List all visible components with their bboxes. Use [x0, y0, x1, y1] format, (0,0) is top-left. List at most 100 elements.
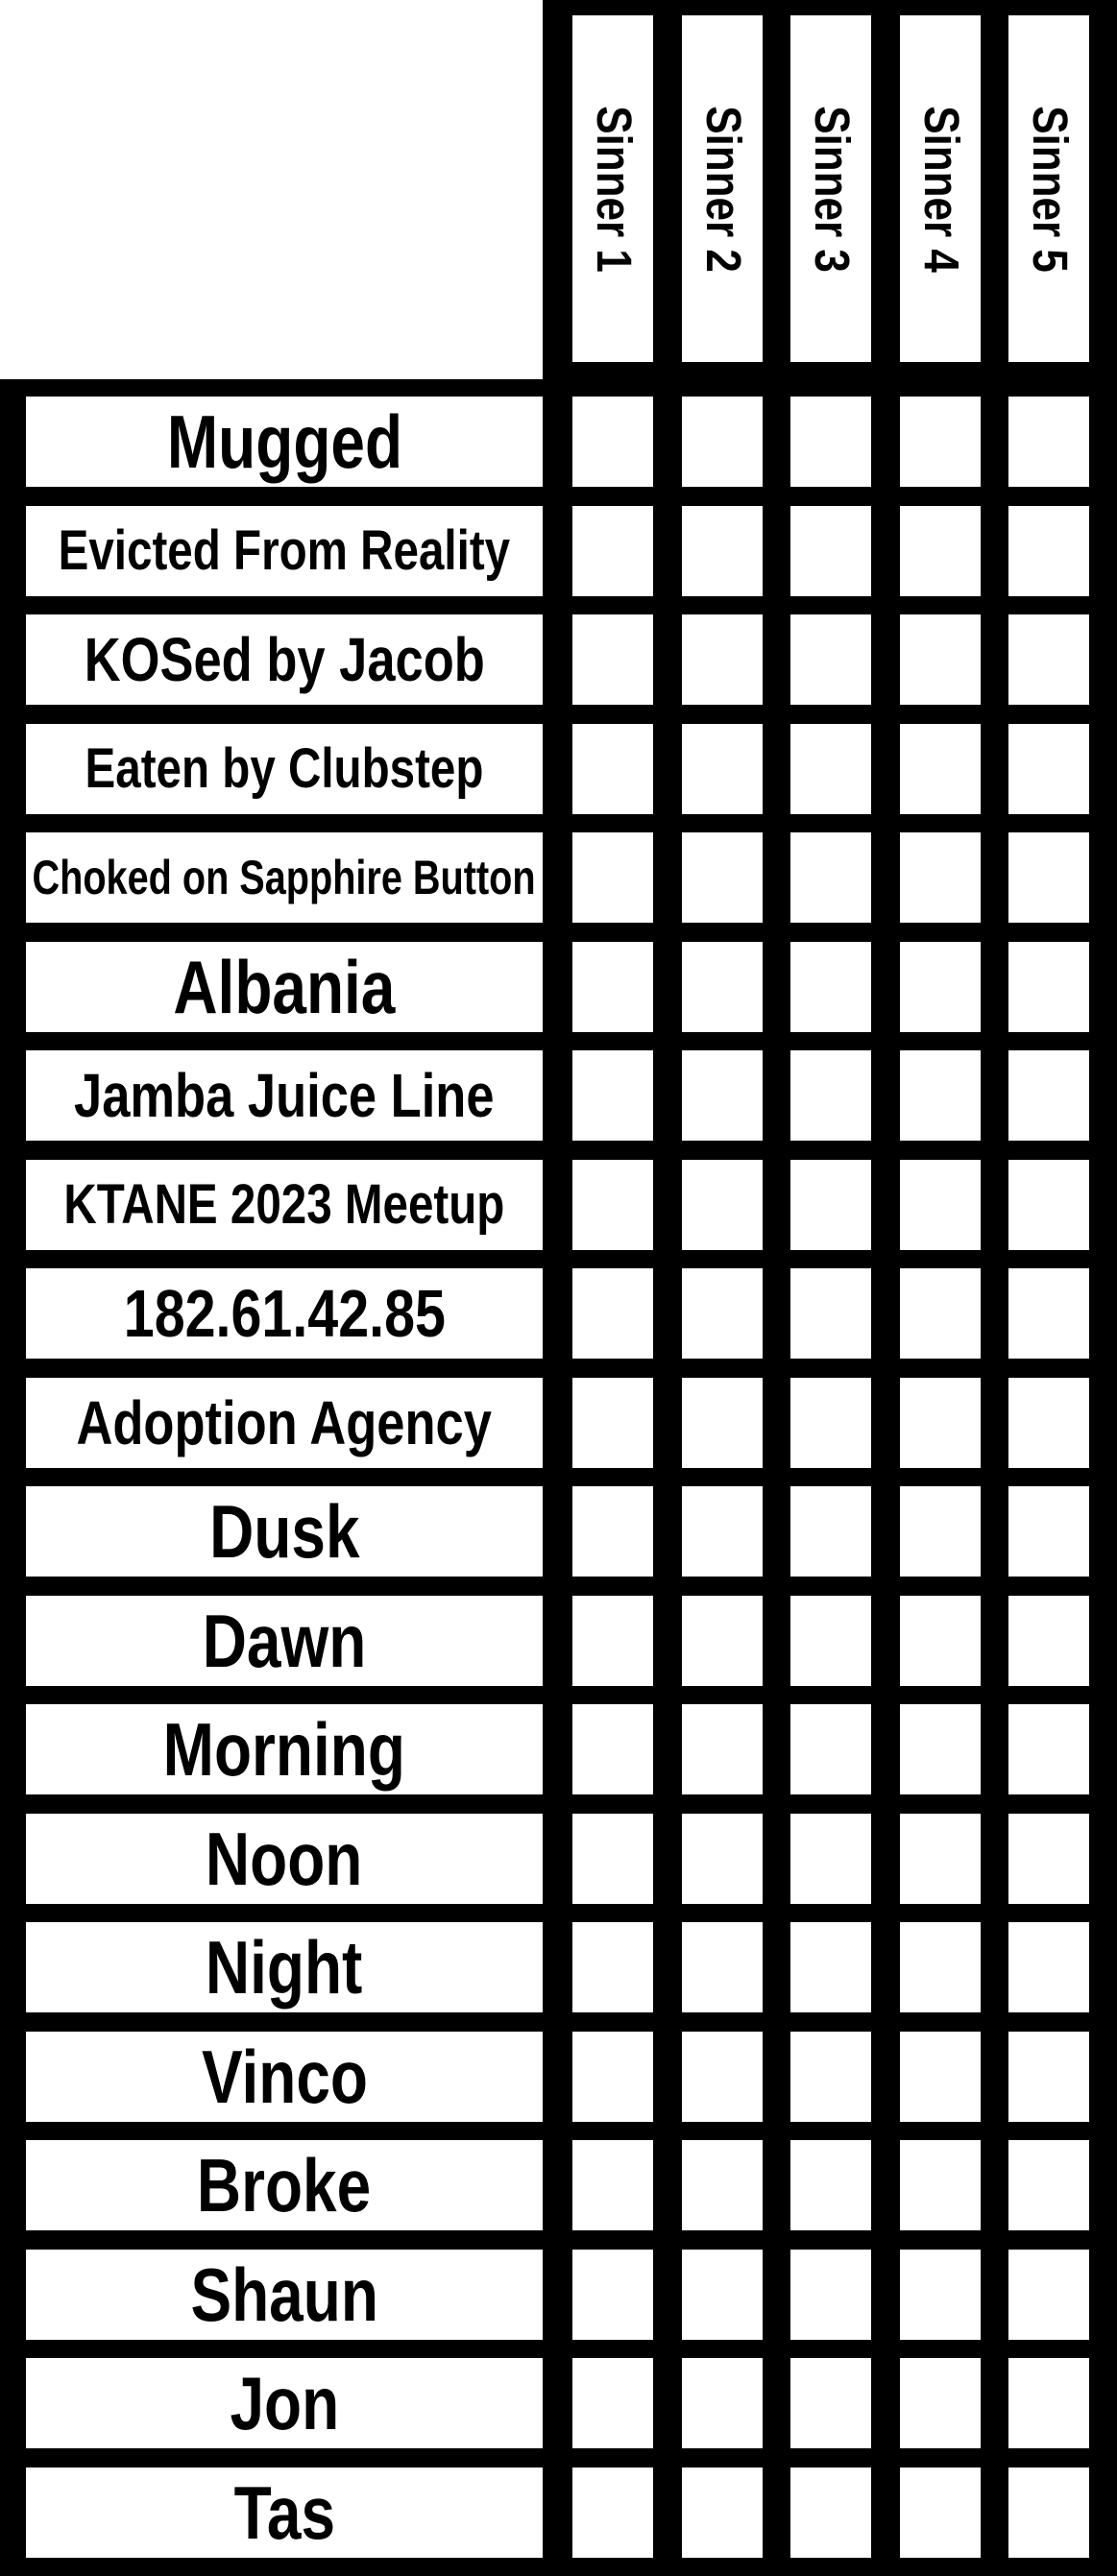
grid-cell-r2-c1[interactable] [572, 506, 653, 596]
grid-cell-r4-c1[interactable] [572, 724, 653, 814]
grid-cell-r7-c3[interactable] [790, 1050, 871, 1141]
grid-cell-r15-c3[interactable] [790, 1922, 871, 2012]
grid-cell-r11-c3[interactable] [790, 1486, 871, 1577]
grid-cell-r18-c5[interactable] [1008, 2250, 1089, 2340]
grid-cell-r6-c3[interactable] [790, 942, 871, 1032]
grid-cell-r18-c1[interactable] [572, 2250, 653, 2340]
grid-cell-r19-c1[interactable] [572, 2358, 653, 2448]
grid-cell-r12-c1[interactable] [572, 1596, 653, 1686]
grid-cell-r8-c4[interactable] [900, 1160, 981, 1250]
grid-cell-r3-c5[interactable] [1008, 614, 1089, 705]
grid-cell-r13-c3[interactable] [790, 1704, 871, 1794]
grid-cell-r11-c4[interactable] [900, 1486, 981, 1577]
grid-cell-r1-c3[interactable] [790, 397, 871, 487]
grid-cell-r9-c3[interactable] [790, 1268, 871, 1359]
grid-cell-r17-c4[interactable] [900, 2140, 981, 2230]
grid-cell-r1-c4[interactable] [900, 397, 981, 487]
grid-cell-r13-c5[interactable] [1008, 1704, 1089, 1794]
grid-cell-r12-c3[interactable] [790, 1596, 871, 1686]
grid-cell-r14-c5[interactable] [1008, 1814, 1089, 1904]
grid-cell-r8-c3[interactable] [790, 1160, 871, 1250]
grid-cell-r20-c2[interactable] [682, 2468, 763, 2558]
grid-cell-r10-c5[interactable] [1008, 1378, 1089, 1468]
grid-cell-r12-c2[interactable] [682, 1596, 763, 1686]
grid-cell-r7-c2[interactable] [682, 1050, 763, 1141]
grid-cell-r13-c2[interactable] [682, 1704, 763, 1794]
grid-cell-r18-c2[interactable] [682, 2250, 763, 2340]
grid-cell-r11-c2[interactable] [682, 1486, 763, 1577]
grid-cell-r2-c2[interactable] [682, 506, 763, 596]
grid-cell-r15-c1[interactable] [572, 1922, 653, 2012]
grid-cell-r19-c2[interactable] [682, 2358, 763, 2448]
grid-cell-r5-c4[interactable] [900, 832, 981, 923]
grid-cell-r18-c4[interactable] [900, 2250, 981, 2340]
grid-cell-r17-c5[interactable] [1008, 2140, 1089, 2230]
grid-cell-r15-c2[interactable] [682, 1922, 763, 2012]
grid-cell-r12-c4[interactable] [900, 1596, 981, 1686]
grid-cell-r18-c3[interactable] [790, 2250, 871, 2340]
grid-cell-r1-c2[interactable] [682, 397, 763, 487]
grid-cell-r17-c1[interactable] [572, 2140, 653, 2230]
grid-cell-r20-c1[interactable] [572, 2468, 653, 2558]
grid-cell-r12-c5[interactable] [1008, 1596, 1089, 1686]
grid-cell-r6-c5[interactable] [1008, 942, 1089, 1032]
grid-cell-r4-c4[interactable] [900, 724, 981, 814]
grid-cell-r6-c4[interactable] [900, 942, 981, 1032]
grid-cell-r7-c4[interactable] [900, 1050, 981, 1141]
grid-cell-r13-c4[interactable] [900, 1704, 981, 1794]
grid-cell-r9-c1[interactable] [572, 1268, 653, 1359]
grid-cell-r14-c2[interactable] [682, 1814, 763, 1904]
grid-cell-r19-c4[interactable] [900, 2358, 981, 2448]
grid-cell-r8-c1[interactable] [572, 1160, 653, 1250]
grid-cell-r15-c5[interactable] [1008, 1922, 1089, 2012]
grid-cell-r8-c2[interactable] [682, 1160, 763, 1250]
grid-cell-r14-c4[interactable] [900, 1814, 981, 1904]
grid-cell-r11-c1[interactable] [572, 1486, 653, 1577]
grid-cell-r3-c2[interactable] [682, 614, 763, 705]
grid-cell-r2-c3[interactable] [790, 506, 871, 596]
grid-cell-r5-c1[interactable] [572, 832, 653, 923]
grid-cell-r6-c2[interactable] [682, 942, 763, 1032]
grid-cell-r20-c5[interactable] [1008, 2468, 1089, 2558]
grid-cell-r3-c4[interactable] [900, 614, 981, 705]
grid-cell-r19-c5[interactable] [1008, 2358, 1089, 2448]
grid-cell-r3-c3[interactable] [790, 614, 871, 705]
grid-cell-r5-c5[interactable] [1008, 832, 1089, 923]
grid-cell-r6-c1[interactable] [572, 942, 653, 1032]
grid-cell-r16-c5[interactable] [1008, 2032, 1089, 2122]
grid-cell-r16-c4[interactable] [900, 2032, 981, 2122]
grid-cell-r20-c4[interactable] [900, 2468, 981, 2558]
grid-cell-r16-c3[interactable] [790, 2032, 871, 2122]
grid-cell-r4-c3[interactable] [790, 724, 871, 814]
grid-cell-r17-c3[interactable] [790, 2140, 871, 2230]
grid-cell-r20-c3[interactable] [790, 2468, 871, 2558]
grid-cell-r4-c5[interactable] [1008, 724, 1089, 814]
grid-cell-r9-c2[interactable] [682, 1268, 763, 1359]
grid-cell-r2-c4[interactable] [900, 506, 981, 596]
grid-cell-r5-c3[interactable] [790, 832, 871, 923]
grid-cell-r4-c2[interactable] [682, 724, 763, 814]
grid-cell-r15-c4[interactable] [900, 1922, 981, 2012]
grid-cell-r3-c1[interactable] [572, 614, 653, 705]
grid-cell-r14-c3[interactable] [790, 1814, 871, 1904]
grid-cell-r13-c1[interactable] [572, 1704, 653, 1794]
grid-cell-r10-c1[interactable] [572, 1378, 653, 1468]
grid-cell-r10-c3[interactable] [790, 1378, 871, 1468]
grid-cell-r11-c5[interactable] [1008, 1486, 1089, 1577]
grid-cell-r5-c2[interactable] [682, 832, 763, 923]
grid-cell-r2-c5[interactable] [1008, 506, 1089, 596]
grid-cell-r9-c5[interactable] [1008, 1268, 1089, 1359]
grid-cell-r8-c5[interactable] [1008, 1160, 1089, 1250]
grid-cell-r16-c1[interactable] [572, 2032, 653, 2122]
grid-cell-r14-c1[interactable] [572, 1814, 653, 1904]
grid-cell-r1-c1[interactable] [572, 397, 653, 487]
grid-cell-r17-c2[interactable] [682, 2140, 763, 2230]
grid-cell-r10-c4[interactable] [900, 1378, 981, 1468]
grid-cell-r9-c4[interactable] [900, 1268, 981, 1359]
grid-cell-r7-c1[interactable] [572, 1050, 653, 1141]
grid-cell-r10-c2[interactable] [682, 1378, 763, 1468]
grid-cell-r19-c3[interactable] [790, 2358, 871, 2448]
grid-cell-r7-c5[interactable] [1008, 1050, 1089, 1141]
grid-cell-r1-c5[interactable] [1008, 397, 1089, 487]
grid-cell-r16-c2[interactable] [682, 2032, 763, 2122]
